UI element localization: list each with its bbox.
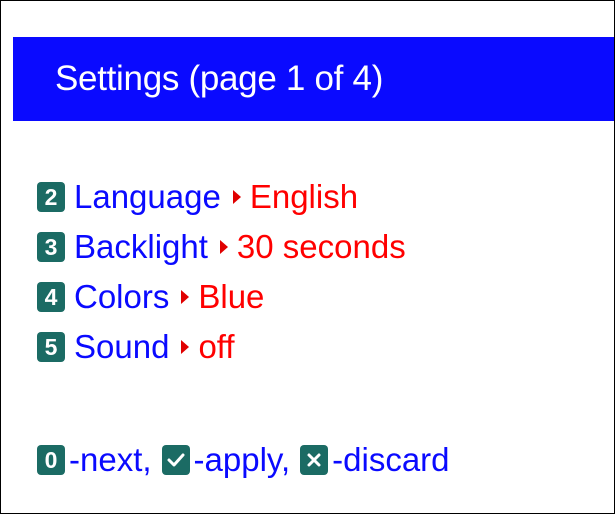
menu-item-sound[interactable]: 5 Sound off: [37, 322, 607, 372]
menu-item-value: off: [198, 328, 235, 365]
arrow-right-icon: [181, 340, 190, 354]
settings-menu: 2 Language English 3 Backlight 30 second…: [37, 172, 607, 372]
arrow-right-icon: [219, 240, 228, 254]
menu-item-value: Blue: [198, 278, 265, 315]
title-bar: Settings (page 1 of 4): [13, 37, 614, 121]
menu-item-label: Colors: [74, 278, 170, 315]
menu-item-label: Language: [74, 178, 221, 215]
settings-screen: Settings (page 1 of 4) 2 Language Englis…: [0, 0, 615, 514]
menu-item-label: Backlight: [74, 228, 208, 265]
checkmark-icon[interactable]: [161, 445, 190, 475]
footer-hint: 0 -next, -apply, -discard: [37, 441, 612, 479]
menu-item-backlight[interactable]: 3 Backlight 30 seconds: [37, 222, 607, 272]
key-badge-next[interactable]: 0: [37, 445, 65, 475]
apply-hint: -apply,: [193, 441, 291, 478]
arrow-right-icon: [232, 190, 241, 204]
arrow-right-icon: [181, 290, 190, 304]
menu-item-value: 30 seconds: [236, 228, 406, 265]
key-badge: 2: [37, 182, 65, 212]
key-badge: 3: [37, 232, 65, 262]
next-hint: -next,: [69, 441, 152, 478]
menu-item-value: English: [249, 178, 359, 215]
menu-item-label: Sound: [74, 328, 170, 365]
key-badge: 4: [37, 282, 65, 312]
discard-hint: -discard: [332, 441, 450, 478]
page-title: Settings (page 1 of 4): [55, 59, 384, 98]
menu-item-colors[interactable]: 4 Colors Blue: [37, 272, 607, 322]
x-icon[interactable]: [300, 445, 329, 475]
menu-item-language[interactable]: 2 Language English: [37, 172, 607, 222]
key-badge: 5: [37, 332, 65, 362]
